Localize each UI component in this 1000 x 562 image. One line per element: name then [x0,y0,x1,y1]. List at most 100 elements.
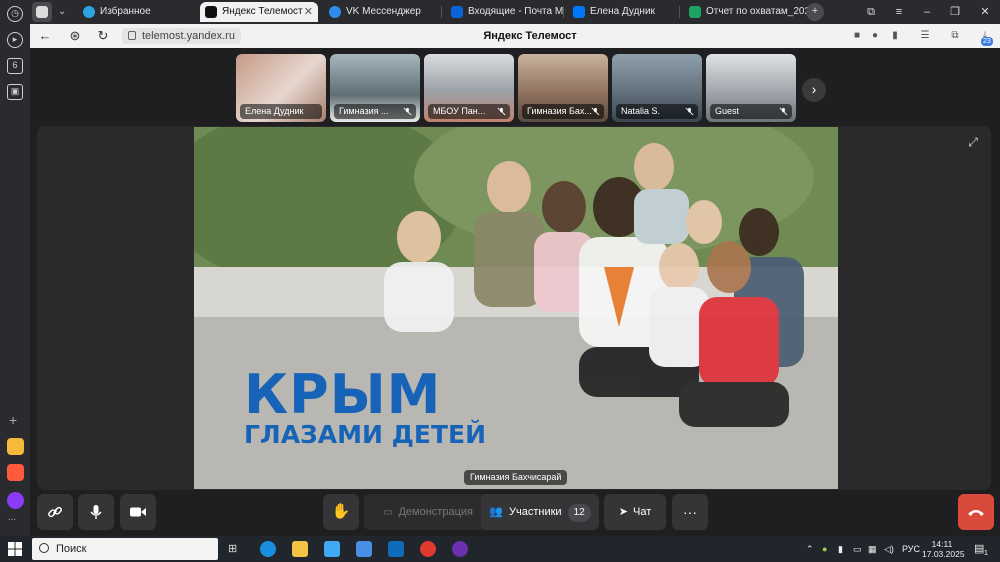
tab-favorites[interactable]: Избранное [78,2,194,22]
heart-app-icon[interactable] [7,464,24,481]
more-options-button[interactable]: ··· [672,494,708,530]
speaker-icon [36,6,48,18]
reload-icon[interactable]: ↻ [94,27,112,45]
edge-icon[interactable] [260,541,276,557]
bookmark-icon[interactable]: ▮ [888,29,902,43]
tab-telemost[interactable]: Яндекс Телемост ✕ [200,2,318,22]
language-indicator[interactable]: РУС [902,536,920,562]
tab-label: Отчет по охватам_2024 [706,6,808,17]
participant-tile[interactable]: Гимназия Бах... [518,54,608,122]
camera-button[interactable] [120,494,156,530]
history-icon[interactable]: ◷ [7,6,23,22]
close-window-icon[interactable]: ✕ [974,2,996,22]
file-explorer-icon[interactable] [292,541,308,557]
menu-icon[interactable]: ≡ [888,2,910,22]
telemost-app: Елена Дудник Гимназия ... МБОУ Пан... Ги… [30,48,1000,536]
network-icon[interactable]: ▦ [868,536,877,562]
tab-vk-messenger[interactable]: VK Мессенджер [324,2,442,22]
participant-name: Guest [715,106,740,116]
url-field[interactable]: telemost.yandex.ru [122,28,241,44]
mic-off-icon [779,107,788,116]
tabs-list-icon[interactable]: ⧉ [860,2,882,22]
copy-link-button[interactable] [37,494,73,530]
tab-report[interactable]: Отчет по охватам_2024 [684,2,808,22]
photos-icon[interactable] [324,541,340,557]
participant-tile[interactable]: Гимназия ... [330,54,420,122]
tab-strip: ⌄ Избранное Яндекс Телемост ✕ VK Мессенд… [30,0,1000,24]
six-icon[interactable]: 6 [7,58,23,74]
tray-usb-icon[interactable]: ▮ [838,536,843,562]
mic-off-icon [591,107,600,116]
volume-icon[interactable]: ◁) [884,536,894,562]
participant-tile[interactable]: Natalia S. [612,54,702,122]
screen-share-icon: ▭ [383,507,393,518]
tab-vk-profile[interactable]: Елена Дудник [568,2,680,22]
extension-badge: 23 [981,37,993,46]
system-clock[interactable]: 14:11 17.03.2025 [922,539,965,559]
speaker-video: КРЫМ ГЛАЗАМИ ДЕТЕЙ Гимназия Бахчисарай [194,127,838,489]
task-view-icon[interactable]: ⊞ [228,541,244,557]
new-tab-button[interactable]: + [806,3,824,21]
send-icon: ➤ [618,506,628,518]
tab-mail[interactable]: Входящие - Почта Mail [446,2,564,22]
profile-icon[interactable]: ⊛ [66,27,84,45]
close-tab-icon[interactable]: ✕ [304,2,313,22]
fullscreen-icon[interactable]: ⤢ [965,134,981,150]
participants-button[interactable]: 👥 Участники 12 [481,494,599,530]
store-icon[interactable] [356,541,372,557]
participant-name: МБОУ Пан... [433,106,486,116]
minimize-icon[interactable]: – [916,2,938,22]
tab-label: Яндекс Телемост [222,6,303,17]
tab-label: VK Мессенджер [346,6,421,17]
collections-icon[interactable]: ▣ [7,84,23,100]
next-participants-button[interactable]: › [802,78,826,102]
caption-subtitle: ГЛАЗАМИ ДЕТЕЙ [244,420,487,449]
participant-tile[interactable]: Елена Дудник [236,54,326,122]
participant-name: Гимназия Бах... [527,106,592,116]
search-icon [39,543,49,553]
participants-label: Участники [509,506,562,518]
reader-icon[interactable]: ☰ [918,29,932,43]
tab-label: Избранное [100,6,151,17]
screen-share-button[interactable]: ▭ Демонстрация [364,494,492,530]
microphone-icon [90,505,102,520]
tray-chevron-icon[interactable]: ⌃ [806,536,814,562]
camera-permission-icon[interactable]: ■ [850,29,864,43]
tab-audio[interactable] [32,2,52,22]
extensions-icon[interactable]: ⧉ [948,29,962,43]
tab-dropdown[interactable]: ⌄ [54,2,72,22]
participant-name: Елена Дудник [245,106,304,116]
participants-count-badge: 12 [567,504,591,522]
hang-up-button[interactable] [958,494,994,530]
market-app-icon[interactable] [7,438,24,455]
yandex-browser-icon[interactable] [420,541,436,557]
alice-icon[interactable] [7,492,24,509]
tray-app-icon[interactable]: ● [822,536,827,562]
clock-date: 17.03.2025 [922,549,965,559]
raise-hand-button[interactable]: ✋ [323,494,359,530]
mic-off-icon [497,107,506,116]
caption-title: КРЫМ [244,363,442,426]
chat-button[interactable]: ➤ Чат [604,494,666,530]
add-panel-icon[interactable]: + [9,412,17,428]
participant-name: Natalia S. [621,106,661,116]
taskbar-search-input[interactable]: Поиск [32,538,218,560]
mail-icon [451,6,463,18]
notifications-icon[interactable]: ▤ [974,536,984,562]
poster-caption: КРЫМ ГЛАЗАМИ ДЕТЕЙ [244,367,486,449]
participant-name: Гимназия ... [339,106,389,116]
back-icon[interactable]: ← [36,27,54,45]
play-icon[interactable]: ▸ [7,32,23,48]
participant-tile[interactable]: Guest [706,54,796,122]
tray-display-icon[interactable]: ▭ [853,536,862,562]
hang-up-icon [968,510,984,517]
hand-icon: ✋ [331,503,351,520]
windows-start-icon[interactable] [8,542,22,556]
maximize-icon[interactable]: ❐ [944,2,966,22]
media-player-icon[interactable] [452,541,468,557]
mic-permission-icon[interactable]: ● [868,29,882,43]
microphone-button[interactable] [78,494,114,530]
outlook-icon[interactable] [388,541,404,557]
participant-tile[interactable]: МБОУ Пан... [424,54,514,122]
more-icon[interactable]: ... [8,512,16,523]
